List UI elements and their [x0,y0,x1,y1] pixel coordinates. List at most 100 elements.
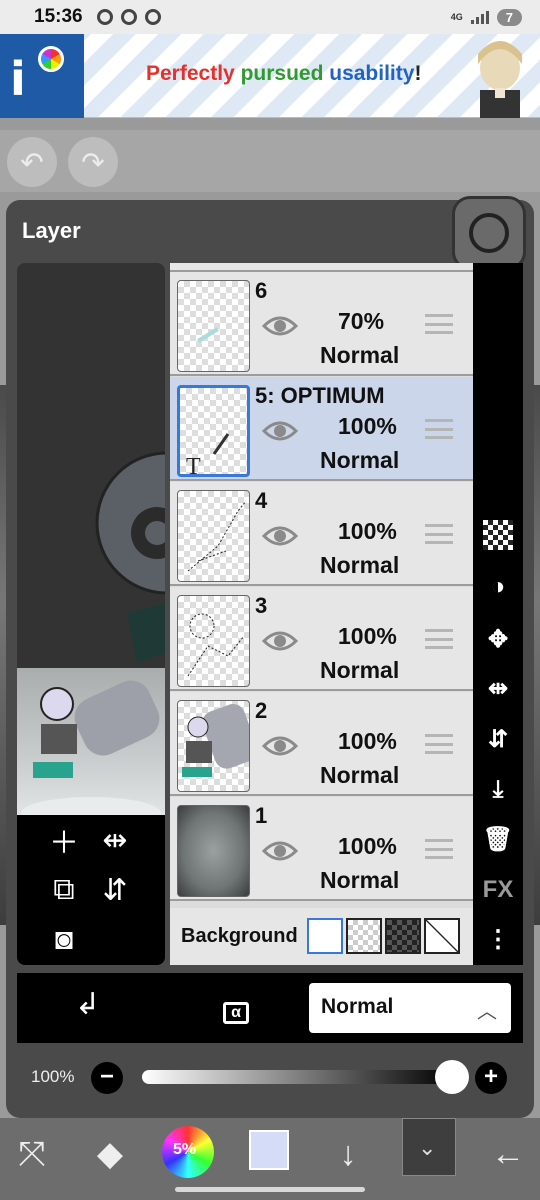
clipping-button[interactable]: ◑ [478,567,518,607]
drag-handle-icon[interactable] [425,839,453,859]
layer-blend-mode: Normal [320,867,400,893]
arrow-left-icon: ← [491,1134,525,1173]
opacity-decrease-button[interactable]: − [91,1062,123,1094]
ibispaint-logo: i [0,34,84,118]
layer-row[interactable]: 1 100% Normal [170,797,473,901]
background-white-swatch[interactable] [307,918,343,954]
layer-row-partial[interactable] [170,263,473,272]
flip-vertical-button[interactable]: ⇵ [95,870,135,910]
opacity-slider-handle[interactable] [435,1060,469,1094]
trash-icon: 🗑 [482,825,514,853]
visibility-eye-icon[interactable] [262,839,298,863]
chat-icon [469,213,509,253]
visibility-eye-icon[interactable] [262,419,298,443]
layer-blend-mode: Normal [320,342,400,368]
layer-row[interactable]: 2 100% Normal [170,692,473,796]
drag-handle-icon[interactable] [425,419,453,439]
checkerboard-icon [483,520,513,550]
chevron-up-icon: ︿ [477,1001,497,1023]
layer-row[interactable]: 4 100% Normal [170,482,473,586]
blend-mode-select[interactable]: Normal ︿ [309,983,511,1033]
layer-thumbnail [177,280,250,372]
visibility-eye-icon[interactable] [262,314,298,338]
fx-button[interactable]: FX [478,870,518,910]
layer-opacity: 100% [338,728,397,754]
drag-handle-icon[interactable] [425,524,453,544]
duplicate-icon: ⧉ [53,873,75,906]
merge-down-button[interactable]: ⤓ [478,770,518,810]
import-photo-button[interactable]: ◙ [44,920,84,960]
panel-title: Layer [22,218,81,243]
transparency-button[interactable] [478,515,518,555]
background-none-swatch[interactable] [424,918,460,954]
opacity-slider[interactable] [142,1070,454,1084]
drag-handle-icon[interactable] [425,629,453,649]
undo-button[interactable]: ↶ [7,137,57,187]
layer-name: 3 [255,593,268,618]
move-button[interactable]: ✥ [478,619,518,659]
layer-thumbnail: T [177,385,250,477]
drag-handle-icon[interactable] [425,734,453,754]
ad-text: Perfectly pursued usability! [146,62,422,85]
layer-blend-mode: Normal [320,447,400,473]
home-indicator[interactable] [175,1187,365,1192]
half-circle-icon: ◑ [490,573,506,600]
flip-vertical-icon: ⇵ [487,725,509,753]
duplicate-layer-button[interactable]: ⧉ [44,870,84,910]
layer-thumbnail [177,490,250,582]
blend-mode-value: Normal [321,995,394,1018]
flip-vertical-icon: ⇵ [102,873,128,907]
back-button[interactable]: ← [482,1128,534,1180]
preview-canvas-art [95,451,165,663]
eraser-icon: ◆ [96,1135,124,1173]
visibility-eye-icon[interactable] [262,524,298,548]
add-layer-button[interactable]: ＋ [44,820,84,860]
more-options-button[interactable]: ⋮ [478,919,518,959]
visibility-eye-icon[interactable] [262,734,298,758]
layer-thumbnail [177,805,250,897]
color-wheel-button[interactable]: 5% [162,1126,214,1178]
flip-horizontal-icon: ⇹ [487,674,509,702]
layer-list[interactable]: 6 70% Normal T 5: OPTIMUM 100% Normal 4 … [170,263,473,965]
layer-row-selected[interactable]: T 5: OPTIMUM 100% Normal [170,377,473,481]
notification-icons [96,9,161,25]
signal-icon [470,10,489,24]
layer-blend-mode: Normal [320,762,400,788]
chrome-icon [96,9,113,25]
background-dark-swatch[interactable] [385,918,421,954]
current-color-swatch[interactable] [249,1130,289,1170]
layer-row[interactable]: 6 70% Normal [170,272,473,376]
layer-blend-mode: Normal [320,552,400,578]
flip-button[interactable]: ⇹ [478,668,518,708]
layer-down-button[interactable]: ↓ [322,1128,374,1180]
layer-panel-toggle[interactable]: ⌄ [402,1118,456,1176]
undo-icon: ↶ [20,146,44,178]
arrow-down-icon: ↓ [339,1134,357,1173]
redo-button[interactable]: ↷ [68,137,118,187]
preview-thumbnail [17,668,165,829]
brush-eraser-icon: ⤧ [18,1134,46,1173]
ad-banner[interactable]: i Perfectly pursued usability! [0,34,540,118]
clipping-arrow-icon[interactable]: ↲ [75,987,100,1022]
opacity-increase-button[interactable]: + [475,1062,507,1094]
merge-vertical-button[interactable]: ⇵ [478,719,518,759]
layer-opacity: 100% [338,518,397,544]
network-type: 4G [450,11,463,22]
alpha-lock-button[interactable]: α [223,991,249,1025]
layer-name: 2 [255,698,268,723]
layer-row[interactable]: 3 100% Normal [170,587,473,691]
status-time: 15:36 [34,6,83,27]
layer-name: 5: OPTIMUM [255,383,385,408]
visibility-eye-icon[interactable] [262,629,298,653]
layer-name: 1 [255,803,268,828]
delete-layer-button[interactable]: 🗑 [478,819,518,859]
background-row: Background [170,908,473,965]
background-transparent-swatch[interactable] [346,918,382,954]
blend-mode-bar: ↲ α Normal ︿ [17,973,523,1043]
tool-selection-button[interactable]: ⤧ [6,1128,58,1180]
drag-handle-icon[interactable] [425,314,453,334]
eraser-button[interactable]: ◆ [84,1128,136,1180]
flip-horizontal-button[interactable]: ⇹ [95,820,135,860]
community-button[interactable] [452,196,526,270]
canvas-preview[interactable]: ＋ ⇹ ⧉ ⇵ ◙ [17,263,165,965]
